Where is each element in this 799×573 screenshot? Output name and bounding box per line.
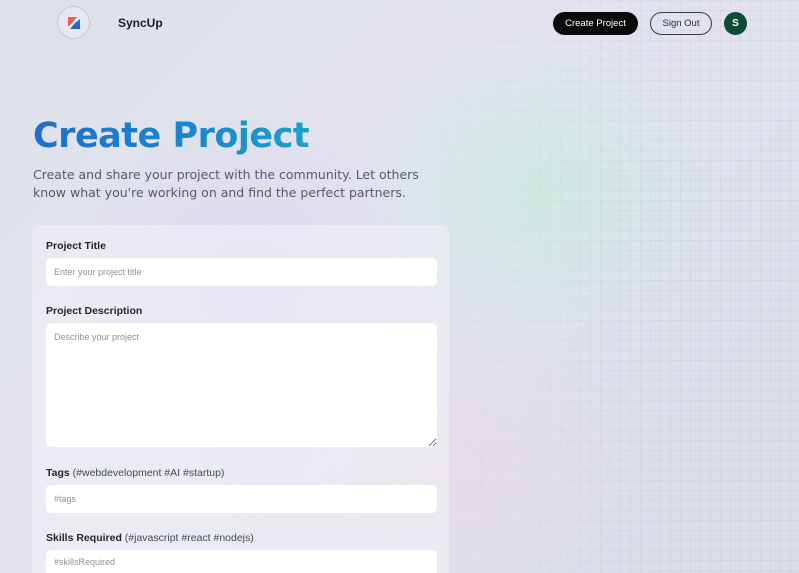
project-title-input[interactable] [46, 258, 437, 286]
page-subtitle: Create and share your project with the c… [33, 167, 419, 200]
skills-label-text: Skills Required [46, 532, 122, 544]
user-avatar[interactable]: S [724, 12, 747, 35]
tags-label-text: Tags [46, 467, 70, 479]
project-title-label: Project Title [46, 240, 106, 252]
skills-label: Skills Required (#javascript #react #nod… [46, 532, 254, 544]
create-project-button[interactable]: Create Project [553, 12, 638, 35]
sign-out-button[interactable]: Sign Out [650, 12, 712, 35]
tags-input[interactable] [46, 485, 437, 513]
skills-hint: (#javascript #react #nodejs) [124, 532, 254, 544]
syncup-logo-icon[interactable] [57, 6, 90, 39]
skills-input[interactable] [46, 550, 437, 573]
tags-hint: (#webdevelopment #AI #startup) [72, 467, 225, 479]
tags-label: Tags (#webdevelopment #AI #startup) [46, 467, 224, 479]
brand-name[interactable]: SyncUp [118, 16, 163, 30]
project-description-textarea[interactable] [46, 323, 437, 447]
top-nav: SyncUp Create Project Sign Out S [0, 0, 799, 46]
logo-mark [67, 16, 80, 29]
project-description-label: Project Description [46, 305, 143, 317]
page-title: Create Project [33, 116, 310, 156]
